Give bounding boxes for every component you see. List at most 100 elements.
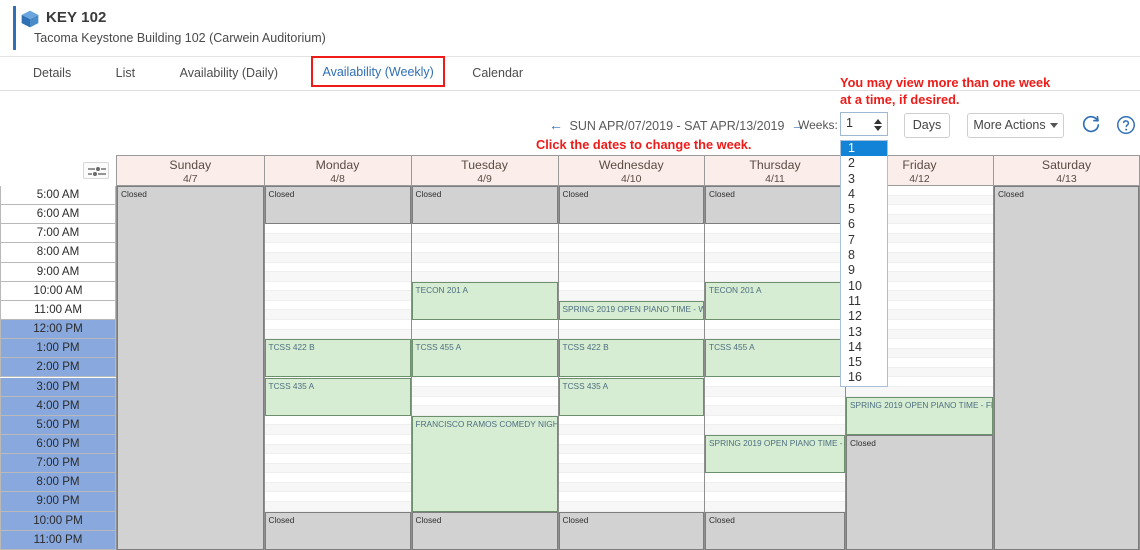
- event-block[interactable]: TCSS 422 B: [559, 339, 705, 377]
- day-date: 4/8: [265, 173, 411, 185]
- prev-week-arrow[interactable]: ←: [546, 117, 566, 133]
- time-label-800am: 8:00 AM: [0, 243, 116, 262]
- half-hour-row: [705, 272, 845, 282]
- closed-block: Closed: [559, 186, 705, 224]
- weeks-input[interactable]: 1: [840, 112, 888, 136]
- event-block[interactable]: SPRING 2019 OPEN PIANO TIME - FRI: [846, 397, 993, 435]
- tab-availability-daily[interactable]: Availability (Daily): [169, 57, 289, 88]
- time-label-900am: 9:00 AM: [0, 263, 116, 282]
- half-hour-row: [265, 320, 411, 330]
- half-hour-row: [412, 253, 558, 263]
- time-column: 5:00 AM6:00 AM7:00 AM8:00 AM9:00 AM10:00…: [0, 186, 116, 550]
- half-hour-row: [559, 282, 705, 292]
- event-block[interactable]: TCSS 435 A: [265, 378, 411, 416]
- day-name: Sunday: [117, 158, 264, 172]
- half-hour-row: [846, 387, 993, 397]
- weeks-spinner[interactable]: [873, 116, 883, 134]
- grid-options-icon[interactable]: [83, 162, 109, 179]
- day-date: 4/11: [705, 173, 845, 185]
- day-header-wednesday: Wednesday4/10: [558, 155, 705, 186]
- half-hour-row: [265, 464, 411, 474]
- tab-availability-weekly[interactable]: Availability (Weekly): [311, 56, 444, 87]
- event-block[interactable]: TCSS 455 A: [412, 339, 558, 377]
- day-column-saturday: Closed: [993, 186, 1140, 550]
- event-block[interactable]: SPRING 2019 OPEN PIANO TIME - WED: [559, 301, 705, 320]
- weeks-option-1[interactable]: 1: [841, 141, 887, 156]
- spinner-up-icon[interactable]: [874, 119, 882, 124]
- help-icon[interactable]: [1115, 114, 1137, 136]
- half-hour-row: [265, 243, 411, 253]
- event-block[interactable]: TCSS 435 A: [559, 378, 705, 416]
- event-block[interactable]: SPRING 2019 OPEN PIANO TIME - THURS: [705, 435, 845, 473]
- weeks-option-13[interactable]: 13: [841, 325, 887, 340]
- tab-calendar[interactable]: Calendar: [461, 57, 534, 88]
- event-block[interactable]: TECON 201 A: [412, 282, 558, 320]
- day-header-monday: Monday4/8: [264, 155, 411, 186]
- half-hour-row: [705, 406, 845, 416]
- weeks-option-10[interactable]: 10: [841, 279, 887, 294]
- weeks-option-5[interactable]: 5: [841, 202, 887, 217]
- time-label-700am: 7:00 AM: [0, 224, 116, 243]
- weeks-option-16[interactable]: 16: [841, 370, 887, 385]
- half-hour-row: [265, 425, 411, 435]
- date-navigation: ← SUN APR/07/2019 - SAT APR/13/2019 →: [546, 117, 808, 133]
- annotation-weeks-note: You may view more than one week at a tim…: [840, 74, 1050, 108]
- weeks-option-2[interactable]: 2: [841, 156, 887, 171]
- day-name: Thursday: [705, 158, 845, 172]
- time-label-400pm: 4:00 PM: [0, 397, 116, 416]
- tab-details[interactable]: Details: [22, 57, 82, 88]
- time-label-1100pm: 11:00 PM: [0, 531, 116, 550]
- half-hour-row: [265, 435, 411, 445]
- event-block[interactable]: FRANCISCO RAMOS COMEDY NIGHT: [412, 416, 558, 512]
- half-hour-row: [559, 243, 705, 253]
- weeks-option-4[interactable]: 4: [841, 187, 887, 202]
- days-button[interactable]: Days: [904, 113, 950, 138]
- closed-block: Closed: [412, 512, 558, 550]
- day-date: 4/9: [412, 173, 558, 185]
- event-block[interactable]: TCSS 455 A: [705, 339, 845, 377]
- half-hour-row: [559, 272, 705, 282]
- refresh-icon[interactable]: [1080, 114, 1102, 136]
- day-name: Saturday: [994, 158, 1139, 172]
- weeks-option-12[interactable]: 12: [841, 309, 887, 324]
- half-hour-row: [412, 406, 558, 416]
- weeks-value: 1: [846, 116, 853, 130]
- half-hour-row: [412, 263, 558, 273]
- weeks-option-11[interactable]: 11: [841, 294, 887, 309]
- weeks-option-9[interactable]: 9: [841, 263, 887, 278]
- day-column-thursday: ClosedTECON 201 ATCSS 455 ASPRING 2019 O…: [704, 186, 845, 550]
- half-hour-row: [265, 502, 411, 512]
- weeks-option-15[interactable]: 15: [841, 355, 887, 370]
- half-hour-row: [265, 310, 411, 320]
- weeks-option-14[interactable]: 14: [841, 340, 887, 355]
- weeks-option-8[interactable]: 8: [841, 248, 887, 263]
- day-date: 4/10: [559, 173, 705, 185]
- tab-list[interactable]: List: [105, 57, 146, 88]
- event-block[interactable]: TCSS 422 B: [265, 339, 411, 377]
- half-hour-row: [705, 492, 845, 502]
- half-hour-row: [412, 224, 558, 234]
- weeks-option-7[interactable]: 7: [841, 233, 887, 248]
- time-label-500am: 5:00 AM: [0, 186, 116, 205]
- day-column-sunday: Closed: [116, 186, 264, 550]
- half-hour-row: [265, 454, 411, 464]
- event-block[interactable]: TECON 201 A: [705, 282, 845, 320]
- more-actions-button[interactable]: More Actions: [967, 113, 1064, 138]
- day-column-wednesday: Closed SPRING 2019 OPEN PIANO TIME - WED T…: [558, 186, 705, 550]
- half-hour-row: [559, 253, 705, 263]
- closed-block: Closed: [117, 186, 264, 550]
- half-hour-row: [705, 234, 845, 244]
- half-hour-row: [705, 243, 845, 253]
- half-hour-row: [265, 473, 411, 483]
- weeks-dropdown-list[interactable]: 12345678910111213141516: [840, 140, 888, 387]
- time-label-500pm: 5:00 PM: [0, 416, 116, 435]
- closed-block: Closed: [994, 186, 1139, 550]
- half-hour-row: [412, 234, 558, 244]
- spinner-down-icon[interactable]: [874, 126, 882, 131]
- weeks-option-6[interactable]: 6: [841, 217, 887, 232]
- weeks-option-3[interactable]: 3: [841, 172, 887, 187]
- date-range-label[interactable]: SUN APR/07/2019 - SAT APR/13/2019: [569, 119, 784, 133]
- time-label-1100am: 11:00 AM: [0, 301, 116, 320]
- half-hour-row: [705, 330, 845, 340]
- day-header-tuesday: Tuesday4/9: [411, 155, 558, 186]
